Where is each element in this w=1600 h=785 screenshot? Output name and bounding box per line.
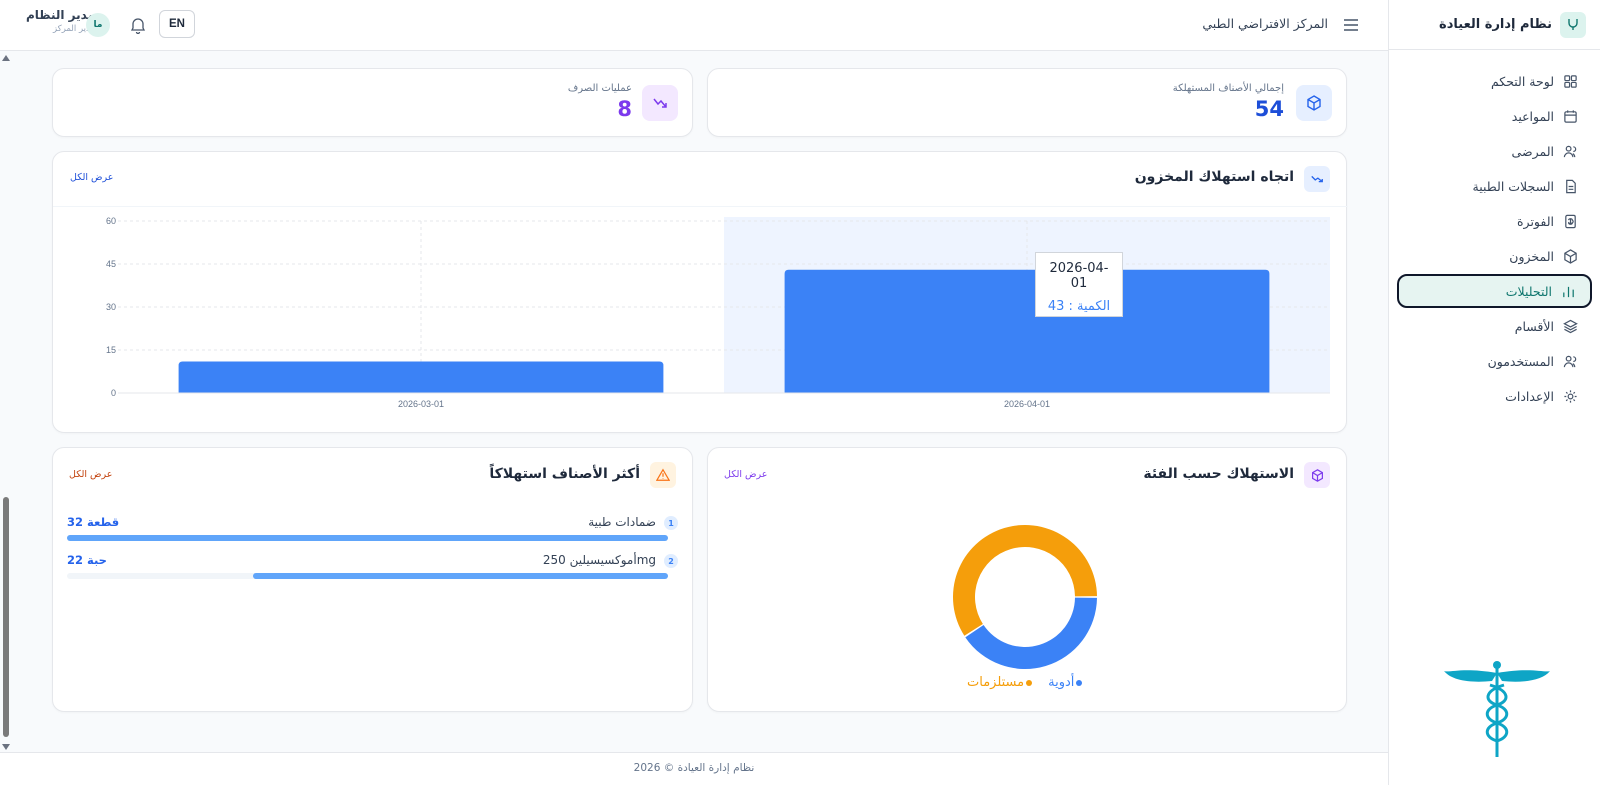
gear-icon bbox=[1562, 388, 1578, 404]
scroll-down-arrow[interactable] bbox=[2, 744, 10, 750]
sidebar-item-label: التحليلات bbox=[1505, 283, 1552, 299]
tooltip-date: 2026-04-01 bbox=[1049, 261, 1109, 291]
sidebar-item[interactable]: المخزون bbox=[1397, 239, 1592, 273]
bell-icon[interactable] bbox=[130, 16, 146, 34]
user-role: مدير المركز bbox=[52, 24, 96, 34]
rank-badge: 1 bbox=[664, 516, 678, 530]
sidebar-item-label: المخزون bbox=[1509, 248, 1554, 264]
sidebar-item-label: السجلات الطبية bbox=[1472, 178, 1554, 194]
chart-tooltip: 2026-04-01 الكمية : 43 bbox=[1035, 252, 1123, 317]
card-title: اتجاه استهلاك المخزون bbox=[1134, 169, 1294, 185]
legend-dot bbox=[1026, 679, 1033, 686]
user-name: مدير النظام bbox=[26, 8, 96, 22]
card-title: الاستهلاك حسب الفئة bbox=[1143, 466, 1294, 482]
sidebar-item-label: الإعدادات bbox=[1505, 388, 1554, 404]
sidebar-item[interactable]: الفوترة bbox=[1397, 204, 1592, 238]
sidebar-item-label: المرضى bbox=[1511, 143, 1554, 159]
top-consumed-items-card: أكثر الأصناف استهلاكاً عرض الكل 1 ضمادات… bbox=[52, 447, 693, 712]
user-group-icon bbox=[1562, 353, 1578, 369]
item-name: ضمادات طبية bbox=[588, 515, 656, 529]
box-icon bbox=[1304, 462, 1330, 488]
menu-icon[interactable] bbox=[1342, 16, 1360, 34]
sidebar-item-label: لوحة التحكم bbox=[1490, 73, 1554, 89]
stat-label: إجمالي الأصناف المستهلكة bbox=[1172, 83, 1284, 94]
progress-track bbox=[67, 573, 668, 579]
legend-item: أدوية bbox=[1048, 675, 1083, 690]
legend-dot bbox=[1076, 679, 1083, 686]
topbar: المركز الافتراضي الطبي مدير النظام مدير … bbox=[0, 0, 1388, 51]
brand-title: نظام إدارة العيادة bbox=[1439, 17, 1552, 32]
item-quantity: 32 قطعة bbox=[67, 515, 120, 529]
y-tick-label: 0 bbox=[111, 388, 116, 398]
dashboard-icon bbox=[1562, 73, 1578, 89]
scrollbar-thumb[interactable] bbox=[3, 497, 9, 737]
stat-card-total-consumed: إجمالي الأصناف المستهلكة 54 bbox=[707, 68, 1347, 137]
sidebar-item[interactable]: المواعيد bbox=[1397, 99, 1592, 133]
calendar-icon bbox=[1562, 108, 1578, 124]
stat-value: 54 bbox=[1254, 97, 1284, 121]
view-all-link[interactable]: عرض الكل bbox=[69, 469, 112, 480]
view-all-link[interactable]: عرض الكل bbox=[70, 172, 113, 183]
sidebar-item[interactable]: السجلات الطبية bbox=[1397, 169, 1592, 203]
caduceus-logo bbox=[1444, 661, 1550, 757]
sidebar-item-label: المواعيد bbox=[1511, 108, 1554, 124]
center-name: المركز الافتراضي الطبي bbox=[1202, 16, 1328, 31]
y-tick-label: 15 bbox=[106, 345, 116, 355]
sidebar-nav: لوحة التحكم المواعيد المرضى السجلات الطبية ا… bbox=[1389, 64, 1600, 413]
sidebar-item[interactable]: المستخدمون bbox=[1397, 344, 1592, 378]
y-tick-label: 45 bbox=[106, 259, 116, 269]
legend-item: مستلزمات bbox=[967, 675, 1033, 690]
sidebar-item-label: الفوترة bbox=[1517, 213, 1554, 229]
consumption-bar-chart: 0 15 30 45 60 2026-03-01 2026-04-01 bbox=[106, 216, 1330, 409]
category-donut-chart bbox=[953, 525, 1097, 669]
warning-icon bbox=[650, 462, 676, 488]
bar[interactable] bbox=[178, 361, 664, 393]
footer: نظام إدارة العيادة © 2026 bbox=[0, 752, 1388, 785]
scroll-up-arrow[interactable] bbox=[2, 55, 10, 61]
language-button[interactable]: EN bbox=[159, 10, 195, 38]
box-icon bbox=[1562, 248, 1578, 264]
sidebar: نظام إدارة العيادة لوحة التحكم المواعيد ال… bbox=[1388, 0, 1600, 785]
card-title: أكثر الأصناف استهلاكاً bbox=[489, 466, 640, 482]
sidebar-item[interactable]: الأقسام bbox=[1397, 309, 1592, 343]
user-info[interactable]: مدير النظام مدير المركز bbox=[26, 8, 95, 34]
view-all-link[interactable]: عرض الكل bbox=[724, 469, 767, 480]
item-name: أموكسيسيلين 250mg bbox=[542, 553, 656, 567]
stat-label: عمليات الصرف bbox=[567, 83, 632, 94]
stat-card-dispense-ops: عمليات الصرف 8 bbox=[52, 68, 693, 137]
x-tick-label: 2026-04-01 bbox=[1004, 399, 1050, 409]
tooltip-value: الكمية : 43 bbox=[1047, 299, 1111, 314]
bar[interactable] bbox=[784, 269, 1270, 393]
box-icon bbox=[1296, 85, 1332, 121]
y-tick-label: 60 bbox=[106, 216, 116, 226]
progress-fill bbox=[67, 535, 668, 541]
bar-chart-icon bbox=[1560, 283, 1576, 299]
sidebar-item-label: الأقسام bbox=[1514, 318, 1554, 334]
x-tick-label: 2026-03-01 bbox=[398, 399, 444, 409]
progress-fill bbox=[253, 573, 668, 579]
donut-legend: أدوية مستلزمات bbox=[967, 675, 1083, 690]
progress-track bbox=[67, 535, 668, 541]
stat-value: 8 bbox=[617, 97, 632, 121]
y-tick-label: 30 bbox=[106, 302, 116, 312]
rank-badge: 2 bbox=[664, 554, 678, 568]
sidebar-item[interactable]: لوحة التحكم bbox=[1397, 64, 1592, 98]
sidebar-item[interactable]: المرضى bbox=[1397, 134, 1592, 168]
invoice-icon bbox=[1562, 213, 1578, 229]
sidebar-item[interactable]: التحليلات bbox=[1397, 274, 1592, 308]
brand: نظام إدارة العيادة bbox=[1389, 0, 1600, 50]
trending-down-icon bbox=[1304, 166, 1330, 192]
users-icon bbox=[1562, 143, 1578, 159]
item-quantity: 22 حبة bbox=[67, 553, 107, 567]
sidebar-item[interactable]: الإعدادات bbox=[1397, 379, 1592, 413]
layers-icon bbox=[1562, 318, 1578, 334]
document-icon bbox=[1562, 178, 1578, 194]
legend-label: أدوية bbox=[1048, 675, 1075, 690]
stethoscope-icon bbox=[1560, 11, 1586, 38]
sidebar-item-label: المستخدمون bbox=[1487, 353, 1554, 369]
donut-slice[interactable] bbox=[965, 597, 1097, 669]
trending-down-icon bbox=[642, 85, 678, 121]
avatar[interactable]: ما bbox=[86, 13, 110, 37]
legend-label: مستلزمات bbox=[967, 675, 1025, 690]
